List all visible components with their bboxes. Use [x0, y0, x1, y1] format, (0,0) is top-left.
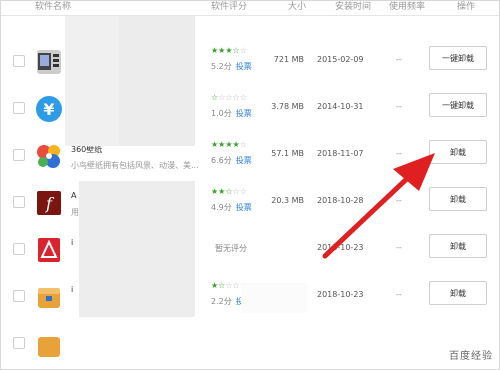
- watermark: 百度经验: [449, 351, 493, 362]
- software-manager-panel: 软件名称 软件评分 大小 安装时间 使用频率 操作 ★★★☆☆ 5.2分 投票 7…: [0, 0, 500, 370]
- red-arrow-annotation: [322, 153, 435, 259]
